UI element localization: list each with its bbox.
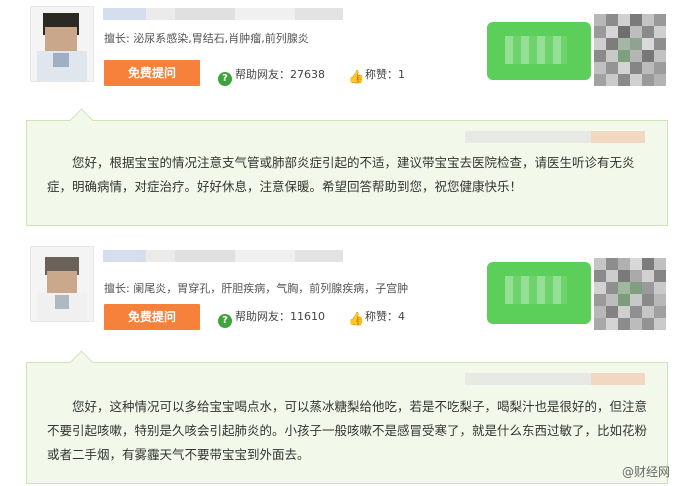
help-count-label: 帮助网友：11610	[235, 310, 325, 323]
free-ask-button[interactable]: 免费提问	[104, 304, 200, 330]
help-count-label: 帮助网友：27638	[235, 68, 325, 81]
help-count: ? 帮助网友：27638	[218, 66, 325, 86]
answer-time-blurred	[465, 131, 645, 143]
answer-box-2: 您好，这种情况可以多给宝宝喝点水，可以蒸冰糖梨给他吃，若是不吃梨子，喝梨汁也是很…	[26, 350, 668, 484]
watermark: @财经网	[621, 465, 670, 479]
qr-code-blurred	[594, 14, 666, 92]
avatar[interactable]	[30, 6, 94, 82]
praise-count: 👍称赞：1	[348, 66, 405, 85]
thumbs-up-icon: 👍	[348, 312, 365, 327]
avatar[interactable]	[30, 246, 94, 322]
free-ask-button[interactable]: 免费提问	[104, 60, 200, 86]
doctor-card-2: 擅长: 阑尾炎，胃穿孔，肝胆疾病，气胸，前列腺疾病，子宫肿 免费提问 ? 帮助网友…	[0, 240, 678, 340]
thumbs-up-icon: 👍	[348, 70, 365, 85]
help-circle-icon: ?	[218, 72, 232, 86]
consult-button-blurred[interactable]	[487, 262, 591, 324]
doctor-name-blurred	[103, 250, 343, 262]
praise-count-label: 称赞：4	[365, 310, 405, 323]
consult-button-blurred[interactable]	[487, 22, 591, 80]
specialty-text: 擅长: 阑尾炎，胃穿孔，肝胆疾病，气胸，前列腺疾病，子宫肿	[104, 282, 409, 295]
qr-code-blurred	[594, 258, 666, 336]
answer-text: 您好，这种情况可以多给宝宝喝点水，可以蒸冰糖梨给他吃，若是不吃梨子，喝梨汁也是很…	[47, 399, 648, 462]
praise-count-label: 称赞：1	[365, 68, 405, 81]
answer-time-blurred	[465, 373, 645, 385]
praise-count: 👍称赞：4	[348, 308, 405, 327]
help-circle-icon: ?	[218, 314, 232, 328]
answer-box-1: 您好，根据宝宝的情况注意支气管或肺部炎症引起的不适，建议带宝宝去医院检查，请医生…	[26, 108, 668, 226]
answer-text: 您好，根据宝宝的情况注意支气管或肺部炎症引起的不适，建议带宝宝去医院检查，请医生…	[47, 155, 635, 194]
specialty-text: 擅长: 泌尿系感染,胃结石,肖肿瘤,前列腺炎	[104, 32, 309, 45]
help-count: ? 帮助网友：11610	[218, 308, 325, 328]
doctor-name-blurred	[103, 8, 343, 20]
doctor-card-1: 擅长: 泌尿系感染,胃结石,肖肿瘤,前列腺炎 免费提问 ? 帮助网友：27638 …	[0, 0, 678, 100]
